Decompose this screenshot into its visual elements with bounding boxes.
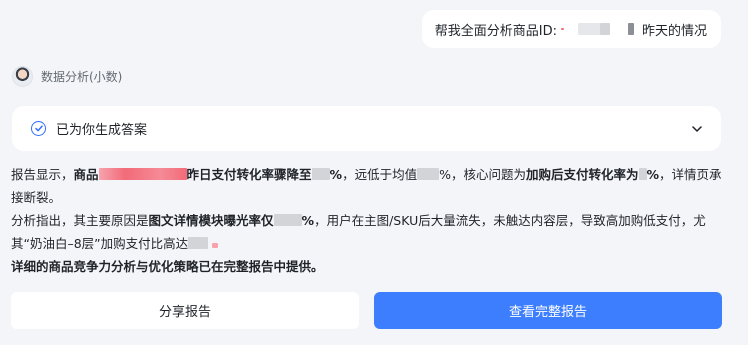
redacted-id-mark <box>560 28 564 30</box>
redacted-id-block <box>627 23 634 35</box>
redacted-value <box>188 237 209 249</box>
redacted-product-name <box>98 168 187 180</box>
assistant-name: 数据分析(小数) <box>41 70 123 84</box>
report-text: %，核心问题为 <box>439 167 526 182</box>
chevron-down-icon[interactable] <box>691 123 703 135</box>
user-message-bubble: 帮我全面分析商品ID: 昨天的情况 <box>421 10 721 48</box>
report-text-bold: 昨日支付转化率骤降至 <box>186 167 312 182</box>
view-full-report-button[interactable]: 查看完整报告 <box>374 292 722 329</box>
user-message-suffix: 昨天的情况 <box>641 23 707 39</box>
report-text-bold: 加购后支付转化率为 <box>525 167 639 182</box>
report-text: 报告显示， <box>11 167 74 182</box>
answer-title: 已为你生成答案 <box>56 123 148 138</box>
avatar <box>12 66 33 87</box>
report-text-bold: % <box>646 167 660 182</box>
report-text-bold: % <box>301 213 315 228</box>
answer-card-toggle[interactable]: 已为你生成答案 <box>12 106 721 151</box>
report-paragraph-3: 详细的商品竞争力分析与优化策略已在完整报告中提供。 <box>11 255 723 278</box>
redacted-id-block <box>599 23 610 35</box>
report-text-bold: 商品 <box>73 167 99 182</box>
redacted-value <box>311 168 330 180</box>
report-text-bold: 图文详情模块曝光率仅 <box>148 213 274 228</box>
redacted-value <box>417 168 440 180</box>
redacted-value <box>212 243 219 248</box>
redacted-value <box>638 168 647 180</box>
report-paragraph-2: 分析指出，其主要原因是图文详情模块曝光率仅 %，用户在主图/SKU后大量流失，未触… <box>11 209 723 255</box>
share-report-button[interactable]: 分享报告 <box>11 292 359 329</box>
report-text: 分析指出，其主要原因是 <box>11 213 149 228</box>
check-circle-icon <box>31 121 46 136</box>
report-text-bold: 详细的商品竞争力分析与优化策略已在完整报告中提供。 <box>11 259 324 274</box>
report-text: ，远低于均值 <box>342 167 418 182</box>
assistant-header: 数据分析(小数) <box>12 66 122 87</box>
report-text-bold: % <box>329 167 343 182</box>
report-paragraph-1: 报告显示，商品 昨日支付转化率骤降至 %，远低于均值 %，核心问题为加购后支付转化率为… <box>11 163 723 209</box>
redacted-id-block <box>577 23 600 35</box>
user-message-prefix: 帮我全面分析商品ID: <box>434 23 557 39</box>
report-summary: 报告显示，商品 昨日支付转化率骤降至 %，远低于均值 %，核心问题为加购后支付转化率为… <box>11 163 723 278</box>
redacted-value <box>273 214 302 226</box>
